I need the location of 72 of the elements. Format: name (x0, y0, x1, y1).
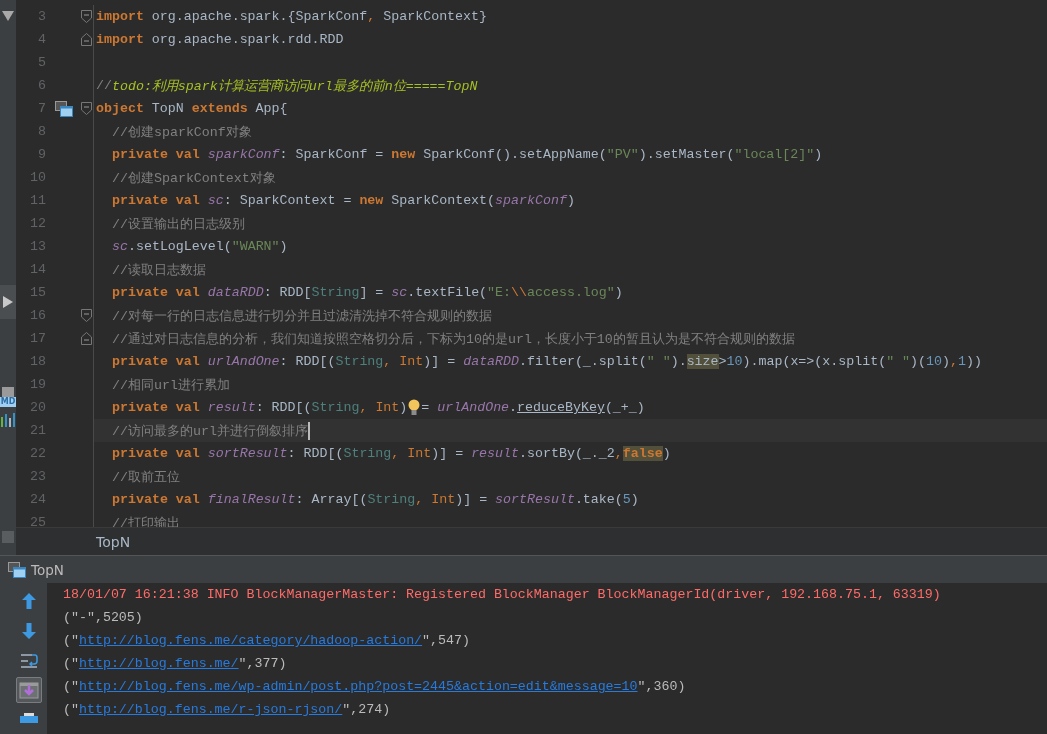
soft-wrap-icon[interactable] (19, 653, 38, 669)
line-number: 21 (29, 423, 47, 438)
breadcrumb[interactable]: TopN (96, 534, 131, 550)
link[interactable]: http://blog.fens.me/wp-admin/post.php?post=2445&action=edit&message=10 (78, 679, 638, 694)
line-number: 13 (29, 239, 47, 254)
code-line: //创建sparkConf对象 (112, 123, 252, 141)
fold-icon[interactable] (81, 10, 92, 23)
bar-chart-icon[interactable] (0, 413, 16, 427)
fold-icon[interactable] (81, 332, 92, 345)
code-line: //访问最多的url并进行倒叙排序 (112, 422, 308, 440)
code-line: object TopN extends App{ (96, 101, 288, 116)
expand-button[interactable] (0, 285, 16, 319)
link[interactable]: http://blog.fens.me/r-json-rjson/ (78, 702, 343, 717)
print-icon[interactable] (19, 713, 38, 723)
code-line: //todo:利用spark计算运营商访问url最多的前n位=====TopN (96, 77, 478, 95)
console-line: ("http://blog.fens.me/r-json-rjson/",274) (63, 701, 392, 719)
code-line: //通过对日志信息的分析，我们知道按照空格切分后，下标为10的是url，长度小于10的暂且认为是不符合规则的数据 (112, 330, 795, 348)
play-triangle-icon (3, 296, 13, 308)
lightbulb-icon[interactable] (408, 399, 421, 416)
console-tab[interactable]: TopN (31, 561, 64, 578)
fold-icon[interactable] (81, 309, 92, 322)
line-number: 25 (29, 515, 47, 527)
code-line: //创建SparkContext对象 (112, 169, 276, 187)
line-number: 18 (29, 354, 47, 369)
line-number: 9 (37, 147, 47, 162)
fold-icon[interactable] (81, 102, 92, 115)
line-number: 11 (29, 193, 47, 208)
line-number: 17 (29, 331, 47, 346)
fold-icon[interactable] (81, 33, 92, 46)
down-arrow-icon[interactable] (21, 623, 36, 639)
console-line: ("http://blog.fens.me/category/hadoop-action/",547) (63, 632, 471, 650)
code-line: import org.apache.spark.rdd.RDD (96, 32, 344, 47)
scroll-to-end-button[interactable] (15, 677, 42, 703)
link[interactable]: http://blog.fens.me/category/hadoop-action/ (78, 633, 423, 648)
console-line: ("-",5205) (63, 609, 144, 627)
console-line: ("http://blog.fens.me/",377) (63, 655, 288, 673)
line-number: 14 (29, 262, 47, 277)
collapse-triangle-icon[interactable] (2, 11, 14, 21)
line-number: 20 (29, 400, 47, 415)
line-number: 8 (37, 124, 47, 139)
line-number: 16 (29, 308, 47, 323)
code-line: //取前五位 (112, 468, 180, 486)
line-number: 4 (37, 32, 47, 47)
link[interactable]: http://blog.fens.me/ (78, 656, 239, 671)
line-number: 12 (29, 216, 47, 231)
code-line: //设置输出的日志级别 (112, 215, 245, 233)
window-icon[interactable] (55, 100, 73, 117)
line-number: 7 (37, 101, 47, 116)
code-line: //读取日志数据 (112, 261, 206, 279)
code-line: private val dataRDD: RDD[String] = sc.textFile("E:\\access.log") (112, 285, 623, 300)
code-line: import org.apache.spark.{SparkConf, SparkContext} (96, 9, 487, 24)
line-number: 24 (29, 492, 47, 507)
code-line: private val sparkConf: SparkConf = new SparkConf().setAppName("PV").setMaster("local[2]") (112, 147, 823, 162)
code-line: private val sc: SparkContext = new SparkContext(sparkConf) (112, 193, 575, 208)
code-line: private val sortResult: RDD[(String, Int)] = result.sortBy(_._2,false) (112, 446, 671, 461)
code-line: private val result: RDD[(String, Int) = urlAndOne.reduceByKey(_+_) (112, 399, 645, 416)
line-number: 3 (37, 9, 47, 24)
code-line: //相同url进行累加 (112, 376, 230, 394)
code-line: sc.setLogLevel("WARN") (112, 239, 288, 254)
line-number: 15 (29, 285, 47, 300)
line-number: 5 (37, 55, 47, 70)
console-line: ("http://blog.fens.me/wp-admin/post.php?post=2445&action=edit&message=10",360) (63, 678, 687, 696)
line-number: 19 (29, 377, 47, 392)
console-line: 18/01/07 16:21:38 INFO BlockManagerMaster: Registered BlockManager BlockManagerId(driver, 192.168.75.1, 63319) (63, 586, 942, 604)
code-line: private val finalResult: Array[(String, Int)] = sortResult.take(5) (112, 492, 639, 507)
line-number: 22 (29, 446, 47, 461)
line-number: 10 (29, 170, 47, 185)
line-number: 6 (37, 78, 47, 93)
line-number: 23 (29, 469, 47, 484)
window-icon (8, 561, 26, 578)
code-line: private val urlAndOne: RDD[(String, Int)] = dataRDD.filter(_.split(" ").size>10).map(x=>(x.split(" ")(10),1)) (112, 354, 982, 369)
up-arrow-icon[interactable] (21, 593, 36, 609)
